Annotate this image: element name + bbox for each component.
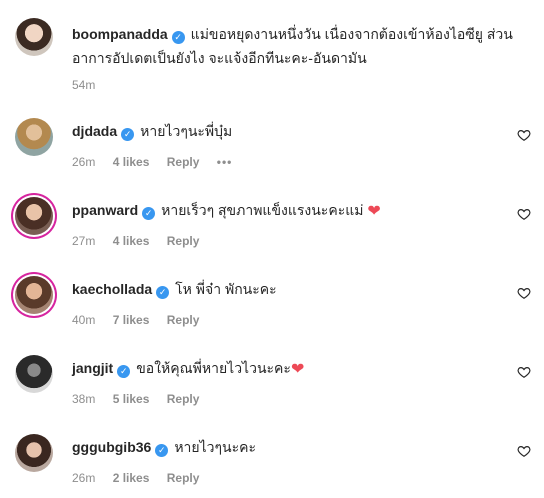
more-options-icon[interactable]: ••• [217,155,233,169]
comment-item: gggubgib36 ✓ หายไวๆนะคะ 26m 2 likes Reply [15,434,535,498]
red-heart-emoji: ❤ [290,361,305,378]
avatar[interactable] [15,276,53,314]
comment-text: โห พี่จ๋า พักนะคะ [175,281,277,297]
comment-line: ppanward ✓ หายเร็วๆ สุขภาพแข็งแรงนะคะแม่ ❤ [72,200,381,222]
avatar[interactable] [15,434,53,472]
comment-timestamp[interactable]: 26m [72,471,95,485]
verified-badge-icon: ✓ [142,207,156,220]
verified-badge-icon: ✓ [121,128,135,141]
red-heart-emoji: ❤ [367,203,381,220]
comment-likes[interactable]: 5 likes [113,392,150,406]
comment-timestamp[interactable]: 27m [72,234,95,248]
avatar[interactable] [15,18,53,56]
heart-outline-icon[interactable] [517,207,531,221]
heart-outline-icon[interactable] [517,286,531,300]
comment-text: ขอให้คุณพี่หายไวไวนะคะ [136,360,291,376]
comment-item: ppanward ✓ หายเร็วๆ สุขภาพแข็งแรงนะคะแม่ ❤… [15,197,535,261]
comment-meta: 40m 7 likes Reply [72,313,213,327]
caption-text-block: boompanadda ✓ แม่ขอหยุดงานหนึ่งวัน เนื่องจ… [72,22,522,70]
post-timestamp[interactable]: 54m [72,78,95,92]
comment-username[interactable]: jangjit [72,360,113,376]
comment-item: jangjit ✓ ขอให้คุณพี่หายไวไวนะคะ❤ 38m 5 li… [15,355,535,419]
avatar[interactable] [15,118,53,156]
comment-item: djdada ✓ หายไวๆนะพี่บุ๋ม 26m 4 likes Reply… [15,118,535,182]
reply-button[interactable]: Reply [167,234,200,248]
comment-line: jangjit ✓ ขอให้คุณพี่หายไวไวนะคะ❤ [72,358,304,380]
avatar[interactable] [15,197,53,235]
heart-outline-icon[interactable] [517,128,531,142]
heart-outline-icon[interactable] [517,365,531,379]
verified-badge-icon: ✓ [117,365,131,378]
comment-username[interactable]: gggubgib36 [72,439,151,455]
comment-line: gggubgib36 ✓ หายไวๆนะคะ [72,437,256,457]
comment-timestamp[interactable]: 38m [72,392,95,406]
comment-text: หายเร็วๆ สุขภาพแข็งแรงนะคะแม่ [161,202,364,218]
reply-button[interactable]: Reply [167,392,200,406]
reply-button[interactable]: Reply [167,471,200,485]
comment-username[interactable]: kaechollada [72,281,152,297]
verified-badge-icon: ✓ [171,31,185,44]
comment-likes[interactable]: 4 likes [113,155,150,169]
comment-line: kaechollada ✓ โห พี่จ๋า พักนะคะ [72,279,277,299]
comment-username[interactable]: djdada [72,123,117,139]
comment-line: djdada ✓ หายไวๆนะพี่บุ๋ม [72,121,232,141]
verified-badge-icon: ✓ [155,444,169,457]
comment-text: หายไวๆนะพี่บุ๋ม [140,123,233,139]
comment-likes[interactable]: 4 likes [113,234,150,248]
comment-timestamp[interactable]: 40m [72,313,95,327]
comment-meta: 27m 4 likes Reply [72,234,213,248]
heart-outline-icon[interactable] [517,444,531,458]
comment-likes[interactable]: 7 likes [113,313,150,327]
reply-button[interactable]: Reply [167,155,200,169]
comment-meta: 26m 2 likes Reply [72,471,213,485]
comment-likes[interactable]: 2 likes [113,471,150,485]
verified-badge-icon: ✓ [156,286,170,299]
comment-item: kaechollada ✓ โห พี่จ๋า พักนะคะ 40m 7 like… [15,276,535,340]
comment-meta: 26m 4 likes Reply ••• [72,155,246,169]
comment-text: หายไวๆนะคะ [174,439,257,455]
comment-username[interactable]: ppanward [72,202,138,218]
post-username[interactable]: boompanadda [72,26,168,42]
avatar[interactable] [15,355,53,393]
reply-button[interactable]: Reply [167,313,200,327]
comment-meta: 38m 5 likes Reply [72,392,213,406]
comment-timestamp[interactable]: 26m [72,155,95,169]
